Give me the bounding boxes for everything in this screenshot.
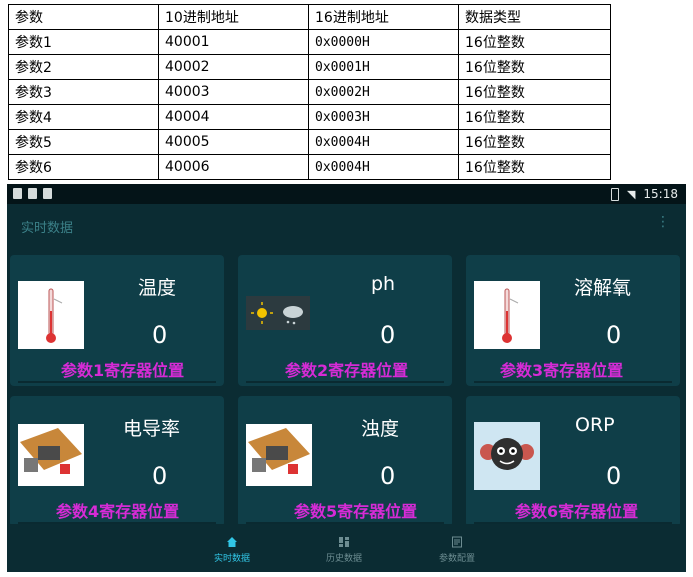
- bottom-nav: 实时数据 历史数据 参数配置: [7, 524, 686, 572]
- nav-label: 实时数据: [213, 554, 250, 564]
- table-cell: 16位整数: [458, 79, 611, 105]
- more-vert-icon[interactable]: ⋮: [656, 215, 670, 229]
- sensor-card-4[interactable]: 电导率 0 参数4寄存器位置: [10, 396, 224, 527]
- card-title: ORP: [575, 414, 615, 436]
- sensor-card-3[interactable]: 溶解氧 0 参数3寄存器位置: [466, 255, 680, 386]
- weather-icon: [246, 296, 310, 330]
- notification-icons: [13, 188, 52, 199]
- card-register-label: 参数5寄存器位置: [294, 502, 418, 521]
- card-title: 溶解氧: [574, 277, 632, 299]
- table-cell: 40006: [158, 154, 309, 180]
- table-cell: 40003: [158, 79, 309, 105]
- nav-label: 历史数据: [325, 554, 362, 564]
- card-value: 0: [606, 462, 622, 490]
- card-underline: [246, 381, 444, 383]
- table-row: 参数3 40003 0x0002H 16位整数: [8, 79, 611, 105]
- table-cell: 0x0003H: [308, 104, 459, 130]
- table-row: 参数2 40002 0x0001H 16位整数: [8, 54, 611, 80]
- page-title: 实时数据: [21, 221, 74, 236]
- nav-item-config[interactable]: 参数配置: [427, 536, 487, 564]
- card-title: 浊度: [361, 418, 400, 440]
- dashboard-icon: [339, 537, 349, 547]
- sensor-card-1[interactable]: 温度 0 参数1寄存器位置: [10, 255, 224, 386]
- register-table: 参数 10进制地址 16进制地址 数据类型 参数1 40001 0x0000H …: [8, 4, 611, 180]
- sensor-card-2[interactable]: ph 0 参数2寄存器位置: [238, 255, 452, 386]
- table-cell: 0x0004H: [308, 154, 459, 180]
- table-cell: 参数1: [8, 29, 159, 55]
- card-register-label: 参数4寄存器位置: [56, 502, 180, 521]
- status-bar: ◥ 15:18: [7, 184, 686, 204]
- status-time: 15:18: [643, 187, 678, 201]
- table-cell: 16位整数: [458, 54, 611, 80]
- card-title: ph: [371, 273, 396, 295]
- card-register-label: 参数3寄存器位置: [500, 361, 624, 380]
- table-cell: 16位整数: [458, 29, 611, 55]
- card-value: 0: [152, 321, 168, 349]
- table-header-cell: 16进制地址: [308, 4, 459, 30]
- table-cell: 参数4: [8, 104, 159, 130]
- card-title: 温度: [138, 277, 177, 299]
- card-underline: [474, 381, 672, 383]
- table-cell: 参数2: [8, 54, 159, 80]
- status-right: ◥ 15:18: [610, 187, 678, 201]
- notification-icon: [43, 188, 52, 199]
- bacteria-icon: [474, 422, 540, 490]
- table-cell: 40005: [158, 129, 309, 155]
- card-underline: [18, 381, 216, 383]
- battery-icon: [610, 187, 619, 201]
- table-cell: 0x0000H: [308, 29, 459, 55]
- settings-doc-icon: [452, 536, 462, 548]
- card-title: 电导率: [123, 418, 181, 440]
- table-header-row: 参数 10进制地址 16进制地址 数据类型: [8, 4, 611, 30]
- card-register-label: 参数6寄存器位置: [515, 502, 639, 521]
- table-row: 参数5 40005 0x0004H 16位整数: [8, 129, 611, 155]
- card-value: 0: [606, 321, 622, 349]
- thermometer-icon: [18, 281, 84, 349]
- app-bar: 实时数据 ⋮: [7, 204, 686, 244]
- circuit-board-icon: [246, 424, 312, 486]
- card-register-label: 参数1寄存器位置: [61, 361, 185, 380]
- sensor-card-5[interactable]: 浊度 0 参数5寄存器位置: [238, 396, 452, 527]
- home-icon: [227, 537, 237, 547]
- table-cell: 16位整数: [458, 129, 611, 155]
- table-row: 参数4 40004 0x0003H 16位整数: [8, 104, 611, 130]
- table-header-cell: 参数: [8, 4, 159, 30]
- table-cell: 40004: [158, 104, 309, 130]
- table-cell: 参数3: [8, 79, 159, 105]
- table-row: 参数1 40001 0x0000H 16位整数: [8, 29, 611, 55]
- card-value: 0: [152, 462, 168, 490]
- table-row: 参数6 40006 0x0004H 16位整数: [8, 154, 611, 180]
- nav-item-history[interactable]: 历史数据: [314, 536, 374, 564]
- table-cell: 16位整数: [458, 154, 611, 180]
- thermometer-icon: [474, 281, 540, 349]
- notification-icon: [28, 188, 37, 199]
- wifi-icon: ◥: [626, 187, 636, 201]
- table-header-cell: 数据类型: [458, 4, 611, 30]
- sensor-card-6[interactable]: ORP 0 参数6寄存器位置: [466, 396, 680, 527]
- notification-icon: [13, 188, 22, 199]
- table-cell: 0x0002H: [308, 79, 459, 105]
- nav-label: 参数配置: [438, 554, 475, 564]
- table-cell: 参数5: [8, 129, 159, 155]
- table-cell: 参数6: [8, 154, 159, 180]
- card-value: 0: [380, 321, 396, 349]
- circuit-board-icon: [18, 424, 84, 486]
- table-cell: 16位整数: [458, 104, 611, 130]
- card-register-label: 参数2寄存器位置: [285, 361, 409, 380]
- nav-item-realtime[interactable]: 实时数据: [202, 536, 262, 564]
- table-cell: 40001: [158, 29, 309, 55]
- table-cell: 40002: [158, 54, 309, 80]
- card-value: 0: [380, 462, 396, 490]
- table-cell: 0x0004H: [308, 129, 459, 155]
- table-header-cell: 10进制地址: [158, 4, 309, 30]
- app-screen: ◥ 15:18 实时数据 ⋮ 温度 0 参数1寄存器位置 ph 0 参数2寄存器…: [7, 184, 686, 572]
- table-cell: 0x0001H: [308, 54, 459, 80]
